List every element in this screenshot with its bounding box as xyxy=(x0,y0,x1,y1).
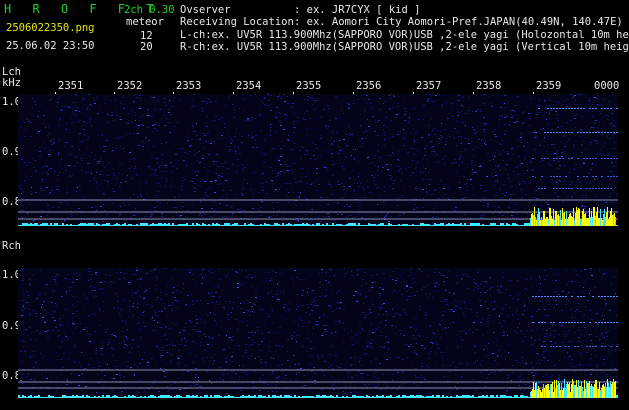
rch-panel xyxy=(18,268,618,398)
spectrogram xyxy=(18,94,619,398)
